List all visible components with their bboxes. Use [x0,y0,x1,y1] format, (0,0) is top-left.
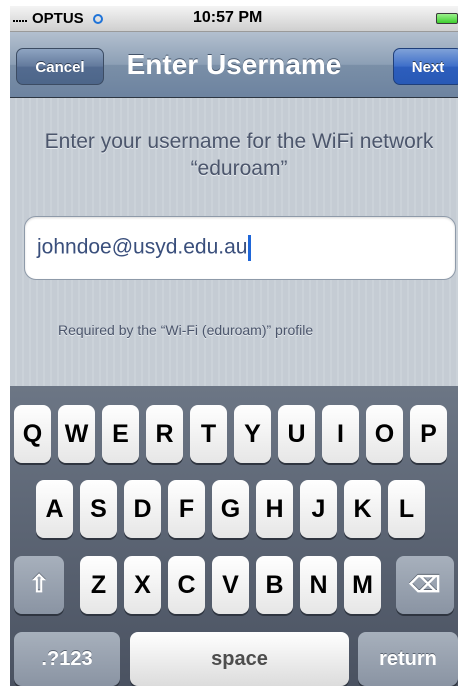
key-t[interactable]: T [190,405,227,463]
delete-key[interactable]: ⌫ [396,556,454,614]
profile-requirement-note: Required by the “Wi-Fi (eduroam)” profil… [58,322,314,338]
key-y[interactable]: Y [234,405,271,463]
key-l[interactable]: L [388,480,425,538]
text-cursor [248,235,252,261]
return-key[interactable]: return [358,632,458,686]
key-h[interactable]: H [256,480,293,538]
key-o[interactable]: O [366,405,403,463]
wifi-icon [93,14,103,24]
key-r[interactable]: R [146,405,183,463]
carrier-name: OPTUS [32,10,84,27]
key-s[interactable]: S [80,480,117,538]
key-j[interactable]: J [300,480,337,538]
username-value: johndoe@usyd.edu.au [37,235,252,261]
key-c[interactable]: C [168,556,205,614]
keyboard: Q W E R T Y U I O P A S D F G H J K L ⇧ … [10,386,458,686]
key-w[interactable]: W [58,405,95,463]
shift-icon: ⇧ [28,571,50,598]
key-g[interactable]: G [212,480,249,538]
numbers-key[interactable]: .?123 [14,632,120,686]
battery-icon [436,13,458,24]
delete-icon: ⌫ [409,572,441,597]
navigation-bar: Cancel Enter Username Next [10,32,458,98]
key-v[interactable]: V [212,556,249,614]
key-u[interactable]: U [278,405,315,463]
key-k[interactable]: K [344,480,381,538]
key-q[interactable]: Q [14,405,51,463]
next-button[interactable]: Next [393,48,458,85]
key-i[interactable]: I [322,405,359,463]
space-key[interactable]: space [130,632,349,686]
status-time: 10:57 PM [193,9,263,26]
username-field[interactable]: johndoe@usyd.edu.au [24,216,456,280]
key-e[interactable]: E [102,405,139,463]
key-m[interactable]: M [344,556,381,614]
key-z[interactable]: Z [80,556,117,614]
key-b[interactable]: B [256,556,293,614]
content-area: Enter your username for the WiFi network… [10,98,458,386]
key-d[interactable]: D [124,480,161,538]
phone-screen: OPTUS 10:57 PM Cancel Enter Username Nex… [10,6,458,686]
key-f[interactable]: F [168,480,205,538]
key-n[interactable]: N [300,556,337,614]
username-prompt: Enter your username for the WiFi network… [44,130,434,180]
page-title: Enter Username [126,49,342,80]
key-a[interactable]: A [36,480,73,538]
signal-strength-icon [13,20,27,22]
status-bar: OPTUS 10:57 PM [10,6,458,32]
key-p[interactable]: P [410,405,447,463]
shift-key[interactable]: ⇧ [14,556,64,614]
key-x[interactable]: X [124,556,161,614]
